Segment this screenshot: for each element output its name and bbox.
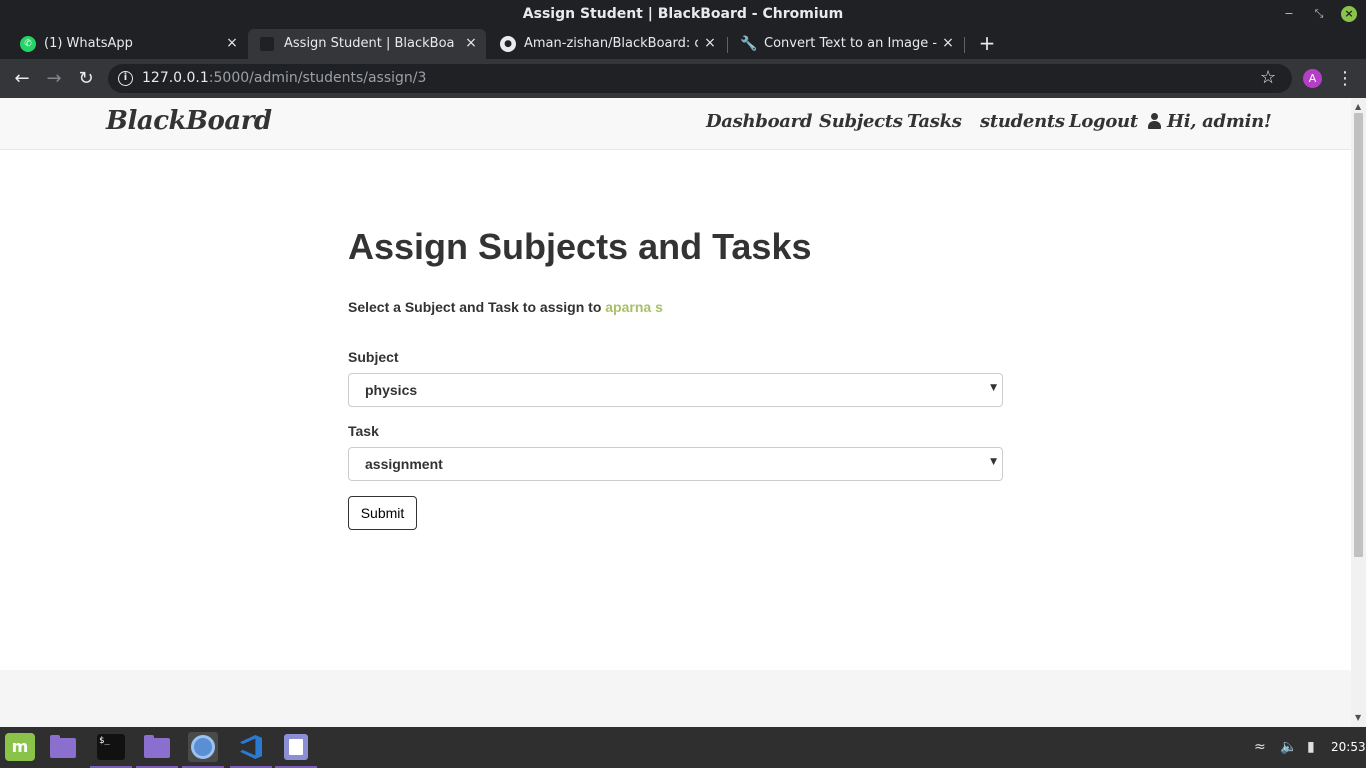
nav-logout[interactable]: Logout	[1069, 111, 1138, 132]
site-navbar: BlackBoard Dashboard Subjects Tasks stud…	[0, 98, 1351, 150]
tab-convert-text[interactable]: 🔧 Convert Text to an Image - Onli ×	[728, 29, 964, 59]
chromium-icon	[191, 735, 215, 759]
mint-menu-icon[interactable]: m	[5, 733, 35, 761]
nav-subjects[interactable]: Subjects	[819, 111, 903, 132]
close-tab-icon[interactable]: ×	[463, 35, 479, 51]
new-tab-icon[interactable]: +	[976, 32, 998, 54]
terminal-icon: $_	[97, 734, 125, 760]
url-path: :5000/admin/students/assign/3	[208, 70, 427, 86]
nav-students[interactable]: students	[980, 111, 1065, 132]
wifi-icon[interactable]: ≈	[1254, 739, 1266, 755]
subject-select[interactable]: physics ▼	[348, 373, 1003, 407]
wrench-icon: 🔧	[740, 36, 758, 52]
maximize-icon[interactable]: ⤡	[1311, 6, 1327, 22]
tab-strip: ✆ (1) WhatsApp × Assign Student | BlackB…	[0, 29, 1366, 59]
browser-toolbar: ← → ↻ i 127.0.0.1:5000/admin/students/as…	[0, 59, 1366, 98]
bookmark-star-icon[interactable]: ☆	[1260, 67, 1276, 88]
scroll-up-arrow-icon[interactable]: ▲	[1355, 102, 1361, 111]
page-viewport: BlackBoard Dashboard Subjects Tasks stud…	[0, 98, 1366, 727]
taskbar-text-editor-icon[interactable]	[275, 732, 317, 768]
lead-prefix: Select a Subject and Task to assign to	[348, 299, 602, 315]
tab-label: Convert Text to an Image - Onli	[764, 36, 940, 51]
close-tab-icon[interactable]: ×	[940, 35, 956, 51]
github-icon: ●	[500, 36, 516, 52]
tab-github[interactable]: ● Aman-zishan/BlackBoard: class ×	[488, 29, 726, 59]
tab-whatsapp[interactable]: ✆ (1) WhatsApp ×	[8, 29, 248, 59]
vscode-icon	[240, 735, 262, 759]
clock[interactable]: 20:53	[1331, 740, 1366, 754]
nav-tasks[interactable]: Tasks	[907, 111, 962, 132]
subject-label: Subject	[348, 349, 399, 365]
brand-logo[interactable]: BlackBoard	[106, 106, 272, 136]
nav-user-greeting[interactable]: Hi, admin!	[1148, 111, 1272, 132]
folder-icon	[144, 735, 170, 758]
taskbar-files-icon[interactable]	[48, 732, 78, 762]
taskbar-folder-icon[interactable]	[136, 732, 178, 768]
scroll-down-arrow-icon[interactable]: ▼	[1355, 713, 1361, 722]
user-icon	[1148, 113, 1161, 129]
window-title-bar: Assign Student | BlackBoard - Chromium −…	[0, 0, 1366, 29]
browser-menu-icon[interactable]: ⋮	[1336, 67, 1354, 91]
site-info-icon[interactable]: i	[118, 71, 133, 86]
task-label: Task	[348, 423, 379, 439]
url-host: 127.0.0.1	[142, 70, 209, 86]
submit-button[interactable]: Submit	[348, 496, 417, 530]
tab-separator	[964, 37, 965, 53]
assign-lead-text: Select a Subject and Task to assign to a…	[348, 299, 663, 315]
page-scrollbar[interactable]: ▲ ▼	[1351, 98, 1366, 727]
whatsapp-icon: ✆	[20, 36, 36, 52]
dropdown-caret-icon: ▼	[990, 383, 997, 393]
battery-icon[interactable]: ▮	[1307, 739, 1315, 755]
taskbar-chromium-icon[interactable]	[182, 732, 224, 768]
close-window-icon[interactable]: ×	[1341, 6, 1357, 22]
window-title: Assign Student | BlackBoard - Chromium	[522, 6, 844, 22]
folder-icon	[50, 735, 76, 758]
nav-dashboard[interactable]: Dashboard	[706, 111, 812, 132]
address-bar[interactable]: i 127.0.0.1:5000/admin/students/assign/3…	[108, 64, 1292, 93]
page-title: Assign Subjects and Tasks	[348, 226, 812, 267]
task-select[interactable]: assignment ▼	[348, 447, 1003, 481]
tab-label: Aman-zishan/BlackBoard: class	[524, 36, 698, 51]
page-footer	[0, 670, 1351, 727]
back-icon[interactable]: ←	[10, 67, 34, 91]
minimize-icon[interactable]: −	[1281, 6, 1297, 22]
profile-avatar[interactable]: A	[1303, 69, 1322, 88]
forward-icon[interactable]: →	[42, 67, 66, 91]
os-taskbar: m $_ ≈ 🔈 ▮ 20:53	[0, 727, 1366, 768]
close-tab-icon[interactable]: ×	[702, 35, 718, 51]
student-name: aparna s	[605, 299, 663, 315]
volume-icon[interactable]: 🔈	[1280, 739, 1297, 755]
taskbar-vscode-icon[interactable]	[230, 732, 272, 768]
tab-label: (1) WhatsApp	[44, 36, 133, 51]
user-greeting-text: Hi, admin!	[1167, 111, 1272, 132]
task-selected-value: assignment	[365, 456, 443, 472]
tab-assign-student[interactable]: Assign Student | BlackBoard ×	[248, 29, 486, 59]
taskbar-terminal-icon[interactable]: $_	[90, 732, 132, 768]
subject-selected-value: physics	[365, 382, 418, 398]
dropdown-caret-icon: ▼	[990, 457, 997, 467]
scrollbar-thumb[interactable]	[1354, 113, 1363, 557]
url-text[interactable]: 127.0.0.1:5000/admin/students/assign/3	[142, 70, 426, 86]
reload-icon[interactable]: ↻	[74, 67, 98, 91]
blackboard-favicon	[260, 37, 274, 51]
tab-label: Assign Student | BlackBoard	[284, 36, 454, 51]
text-editor-icon	[284, 734, 308, 760]
close-tab-icon[interactable]: ×	[224, 35, 240, 51]
